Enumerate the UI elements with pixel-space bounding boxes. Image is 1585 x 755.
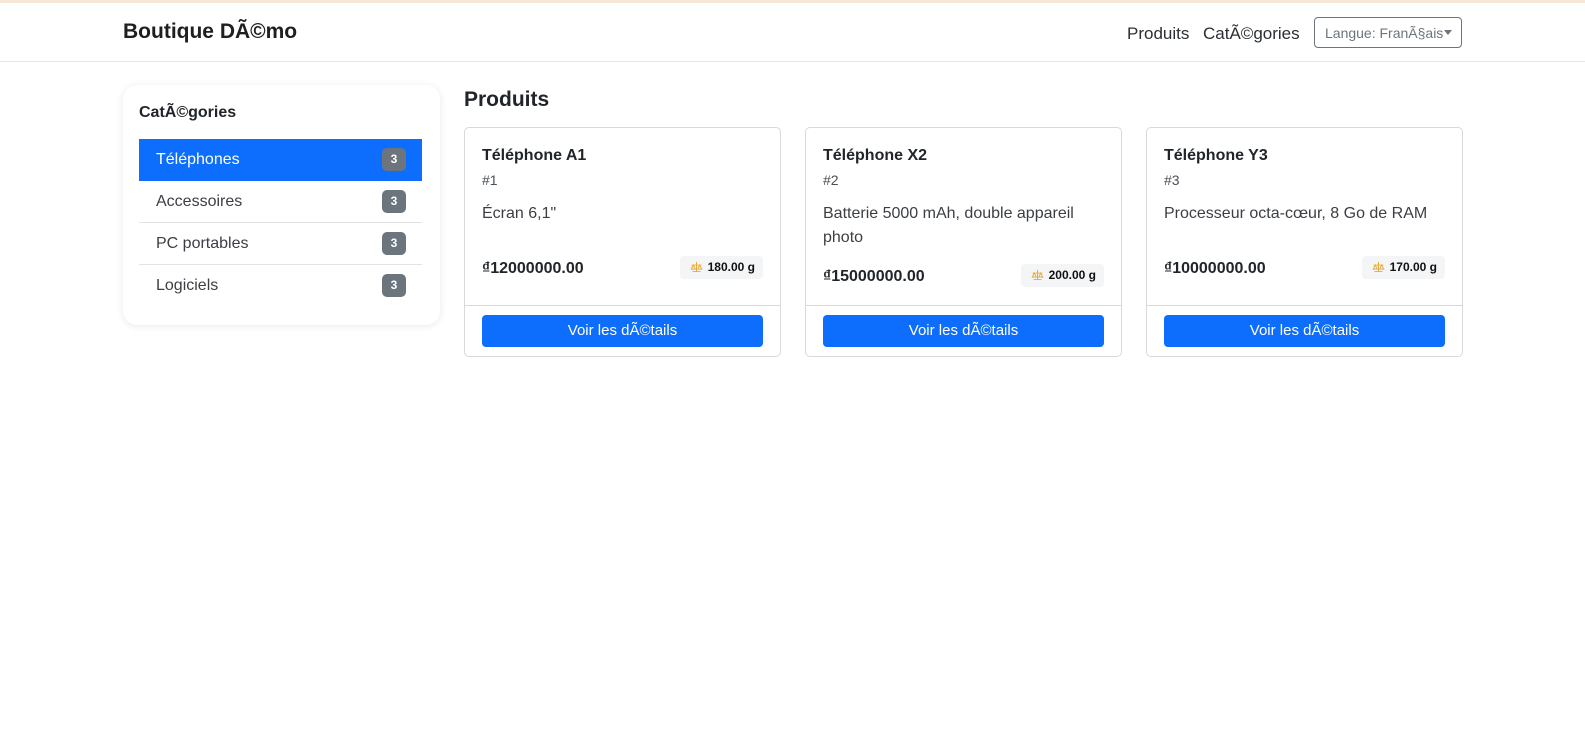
scale-icon — [690, 261, 703, 273]
category-item-pc-portables[interactable]: PC portables 3 — [139, 223, 422, 265]
category-list: Téléphones 3 Accessoires 3 PC portables … — [139, 139, 422, 307]
category-label: Logiciels — [156, 277, 219, 294]
sidebar-title: CatÃ©gories — [139, 104, 237, 121]
product-card: Téléphone A1 #1 Écran 6,1" ₫12000000.00 … — [464, 127, 781, 357]
product-card-body: Téléphone A1 #1 Écran 6,1" ₫12000000.00 … — [465, 128, 780, 306]
product-description: Batterie 5000 mAh, double appareil photo — [823, 205, 1074, 246]
product-price: ₫12000000.00 — [482, 260, 584, 277]
product-card: Téléphone X2 #2 Batterie 5000 mAh, doubl… — [805, 127, 1122, 357]
product-title: Téléphone A1 — [482, 147, 587, 164]
product-card-body: Téléphone X2 #2 Batterie 5000 mAh, doubl… — [806, 128, 1121, 306]
view-details-button[interactable]: Voir les dÃ©tails — [823, 315, 1104, 347]
product-weight-badge: 200.00 g — [1020, 264, 1104, 287]
product-card-body: Téléphone Y3 #3 Processeur octa-cœur, 8 … — [1147, 128, 1462, 306]
chevron-down-icon — [1444, 30, 1452, 35]
product-weight-badge: 170.00 g — [1361, 256, 1445, 279]
product-price: ₫15000000.00 — [823, 268, 925, 285]
product-price: ₫10000000.00 — [1164, 260, 1266, 277]
nav-link-categories[interactable]: CatÃ©gories — [1203, 24, 1300, 44]
products-heading: Produits — [464, 88, 550, 111]
product-title: Téléphone Y3 — [1164, 147, 1268, 164]
product-description: Processeur octa-cœur, 8 Go de RAM — [1164, 205, 1428, 222]
language-select[interactable]: Langue: FranÃ§ais — [1314, 17, 1462, 48]
product-weight: 170.00 g — [1389, 260, 1437, 274]
product-weight: 180.00 g — [707, 260, 755, 274]
navbar: Boutique DÃ©mo Produits CatÃ©gories Lang… — [0, 3, 1585, 62]
category-count-badge: 3 — [382, 190, 406, 213]
product-id: #2 — [823, 172, 839, 188]
product-id: #3 — [1164, 172, 1180, 188]
category-item-accessoires[interactable]: Accessoires 3 — [139, 181, 422, 223]
category-label: Téléphones — [156, 151, 240, 168]
scale-icon — [1372, 261, 1385, 273]
category-item-telephones[interactable]: Téléphones 3 — [139, 139, 422, 181]
product-title: Téléphone X2 — [823, 147, 928, 164]
category-item-logiciels[interactable]: Logiciels 3 — [139, 265, 422, 307]
categories-sidebar: CatÃ©gories Téléphones 3 Accessoires 3 P… — [123, 85, 440, 325]
product-weight-badge: 180.00 g — [679, 256, 763, 279]
category-count-badge: 3 — [382, 148, 406, 171]
scale-icon — [1031, 269, 1044, 281]
view-details-button[interactable]: Voir les dÃ©tails — [1164, 315, 1445, 347]
category-count-badge: 3 — [382, 232, 406, 255]
category-label: Accessoires — [156, 193, 243, 210]
category-label: PC portables — [156, 235, 249, 252]
view-details-button[interactable]: Voir les dÃ©tails — [482, 315, 763, 347]
nav-link-products[interactable]: Produits — [1127, 24, 1189, 44]
brand-logo[interactable]: Boutique DÃ©mo — [123, 20, 297, 44]
product-id: #1 — [482, 172, 498, 188]
product-description: Écran 6,1" — [482, 205, 557, 222]
product-card: Téléphone Y3 #3 Processeur octa-cœur, 8 … — [1146, 127, 1463, 357]
category-count-badge: 3 — [382, 274, 406, 297]
language-select-label: Langue: FranÃ§ais — [1325, 25, 1444, 41]
product-weight: 200.00 g — [1048, 268, 1096, 282]
